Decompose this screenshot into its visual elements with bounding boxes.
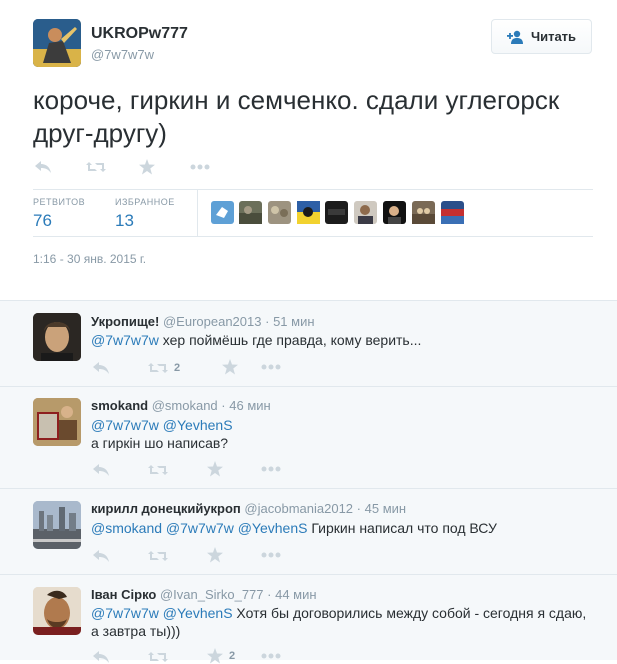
mention-link[interactable]: @smokand (91, 520, 162, 536)
more-icon[interactable] (190, 164, 210, 170)
retweet-icon[interactable] (148, 549, 168, 563)
reply-avatar[interactable] (33, 587, 81, 635)
divider (0, 488, 617, 489)
author-handle[interactable]: @7w7w7w (91, 47, 154, 62)
divider (0, 386, 617, 387)
reply-header: Укропище! @European2013 · 51 мин (91, 314, 315, 329)
retweet-icon[interactable] (148, 463, 168, 477)
reply-author-handle[interactable]: @Ivan_Sirko_777 (160, 587, 264, 602)
reply-body: хер поймёшь где правда, кому верить... (158, 332, 422, 348)
reply-author-handle[interactable]: @jacobmania2012 (244, 501, 353, 516)
mention-link[interactable]: @7w7w7w (166, 520, 234, 536)
reply-time[interactable]: 45 мин (365, 501, 406, 516)
reply-body: а завтра ты))) (91, 623, 181, 639)
retweet-count: 2 (229, 650, 236, 662)
retweets-count[interactable]: 76 (33, 211, 52, 231)
favoriter-avatar[interactable] (383, 201, 406, 224)
reply-header: Іван Сірко @Ivan_Sirko_777 · 44 мин (91, 587, 317, 602)
author-name[interactable]: UKROPw777 (91, 25, 188, 43)
reply-avatar[interactable] (33, 501, 81, 549)
divider (33, 189, 593, 190)
reply-header: smokand @smokand · 46 мин (91, 398, 271, 413)
more-icon[interactable] (261, 552, 281, 558)
reply-time[interactable]: 46 мин (229, 398, 270, 413)
tweet-timestamp[interactable]: 1:16 - 30 янв. 2015 г. (33, 252, 146, 266)
star-icon[interactable] (222, 359, 238, 375)
mention-link[interactable]: @YevhenS (163, 417, 233, 433)
divider (33, 236, 593, 237)
divider (0, 300, 617, 301)
reply-text: @smokand @7w7w7w @YevhenS Гиркин написал… (91, 519, 601, 537)
mention-link[interactable]: @7w7w7w (91, 332, 159, 348)
reply-body: Хотя бы договорились между собой - сегод… (232, 605, 587, 621)
star-icon[interactable] (207, 547, 223, 563)
follow-button[interactable]: Читать (491, 19, 592, 54)
retweet-count: 2 (174, 362, 181, 374)
reply-header: кирилл донецкийукроп @jacobmania2012 · 4… (91, 501, 407, 516)
reply-text: @7w7w7w @YevhenS Хотя бы договорились ме… (91, 604, 601, 640)
reply-author-name[interactable]: Іван Сірко (91, 587, 156, 602)
more-icon[interactable] (261, 653, 281, 659)
favoriter-avatar[interactable] (239, 201, 262, 224)
favorites-label: ИЗБРАННОЕ (115, 197, 175, 207)
more-icon[interactable] (261, 466, 281, 472)
favoriter-avatar[interactable] (325, 201, 348, 224)
retweet-icon[interactable] (86, 160, 106, 174)
favoriter-avatar[interactable] (412, 201, 435, 224)
mention-link[interactable]: @YevhenS (163, 605, 233, 621)
star-icon[interactable]: 2 (207, 648, 235, 664)
follow-label: Читать (530, 29, 577, 44)
add-user-icon (506, 30, 525, 44)
reply-time[interactable]: 51 мин (273, 314, 314, 329)
reply-icon[interactable] (93, 549, 109, 563)
reply-text: @7w7w7w хер поймёшь где правда, кому вер… (91, 331, 601, 349)
reply-body: а гиркін шо написав? (91, 435, 229, 451)
reply-author-name[interactable]: Укропище! (91, 314, 159, 329)
retweet-icon[interactable] (148, 650, 168, 664)
divider (0, 574, 617, 575)
more-icon[interactable] (261, 364, 281, 370)
favoriter-avatar[interactable] (441, 201, 464, 224)
reply-icon[interactable] (35, 160, 51, 174)
reply-text: @7w7w7w @YevhenS а гиркін шо написав? (91, 416, 601, 452)
reply-author-name[interactable]: smokand (91, 398, 148, 413)
author-avatar[interactable] (33, 19, 81, 67)
tweet-text: короче, гиркин и семченко. сдали углегор… (33, 85, 560, 148)
reply-author-handle[interactable]: @smokand (152, 398, 218, 413)
star-icon[interactable] (207, 461, 223, 477)
reply-icon[interactable] (93, 650, 109, 664)
favoriter-avatar[interactable] (268, 201, 291, 224)
mention-link[interactable]: @YevhenS (238, 520, 308, 536)
retweet-icon[interactable]: 2 (148, 361, 180, 375)
reply-time[interactable]: 44 мин (275, 587, 316, 602)
reply-icon[interactable] (93, 463, 109, 477)
favorites-count[interactable]: 13 (115, 211, 134, 231)
reply-avatar[interactable] (33, 398, 81, 446)
favoriter-avatar[interactable] (297, 201, 320, 224)
star-icon[interactable] (139, 159, 155, 175)
reply-author-name[interactable]: кирилл донецкийукроп (91, 501, 241, 516)
favoriter-avatar[interactable] (211, 201, 234, 224)
reply-author-handle[interactable]: @European2013 (163, 314, 262, 329)
reply-icon[interactable] (93, 361, 109, 375)
mention-link[interactable]: @7w7w7w (91, 605, 159, 621)
reply-avatar[interactable] (33, 313, 81, 361)
retweets-label: РЕТВИТОВ (33, 197, 86, 207)
favoriter-avatar[interactable] (354, 201, 377, 224)
reply-body: Гиркин написал что под ВСУ (307, 520, 497, 536)
stats-divider (197, 190, 198, 236)
mention-link[interactable]: @7w7w7w (91, 417, 159, 433)
